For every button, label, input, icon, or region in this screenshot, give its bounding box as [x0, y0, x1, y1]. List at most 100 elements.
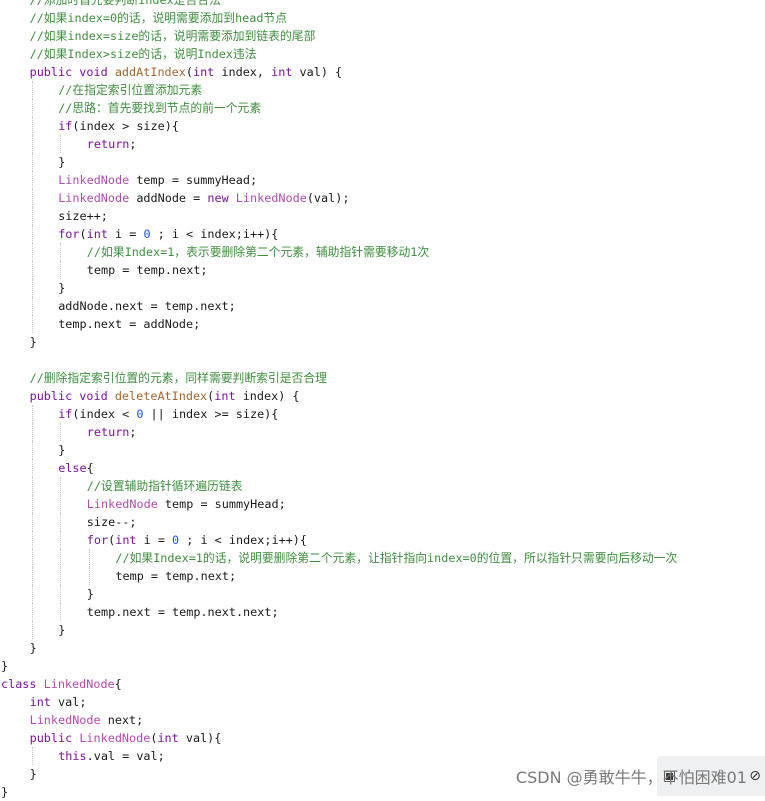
indent-guide — [31, 135, 33, 153]
indent-guide — [31, 513, 33, 531]
indent-guide — [31, 531, 33, 549]
code-token: this — [58, 749, 87, 763]
indent-guide — [31, 99, 33, 117]
code-line: public void deleteAtIndex(int index) { — [30, 387, 300, 405]
indent-guide — [31, 207, 33, 225]
code-token: (val); — [306, 191, 350, 205]
code-line: temp = temp.next; — [115, 567, 236, 585]
code-editor[interactable]: //添加时首先要判断index是否合法 //如果index=0的话，说明需要添加到… — [0, 0, 765, 799]
code-token: int — [29, 695, 51, 709]
indent-guide — [60, 585, 62, 603]
code-token: temp = summyHead; — [129, 173, 258, 187]
indent-guide — [60, 261, 62, 279]
code-token: ; i < index;i++){ — [150, 227, 279, 241]
code-token: int — [192, 65, 215, 79]
code-token: addNode.next = temp.next; — [58, 299, 236, 313]
code-token: .val = val; — [86, 749, 165, 763]
code-line: //如果Index=1的话，说明要删除第二个元素，让指针指向index=0的位置… — [115, 549, 677, 567]
code-token: public void — [29, 389, 115, 403]
code-line: //如果index=size的话，说明需要添加到链表的尾部 — [30, 27, 316, 45]
code-token: //思路：首先要找到节点的前一个元素 — [58, 101, 262, 115]
code-token: LinkedNode — [43, 677, 115, 691]
indent-guide — [31, 189, 33, 207]
code-line: public LinkedNode(int val){ — [30, 729, 222, 747]
indent-guide — [31, 243, 33, 261]
indent-guide — [60, 243, 62, 261]
indent-guide — [31, 405, 33, 423]
indent-guide — [60, 423, 62, 441]
code-token: //如果Index=1的话，说明要删除第二个元素，让指针指向index=0的位置… — [115, 551, 678, 565]
indent-guide — [60, 477, 62, 495]
code-token: { — [114, 677, 122, 691]
indent-guide — [31, 225, 33, 243]
indent-guide — [31, 117, 33, 135]
code-token: deleteAtIndex — [114, 389, 208, 403]
indent-guide — [60, 531, 62, 549]
indent-guide — [60, 513, 62, 531]
watermark-overlay: ▣ CSDN @勇敢牛牛，不怕困难01 ⊘ — [516, 756, 765, 796]
code-token: val) { — [292, 65, 343, 79]
code-line: } — [30, 765, 37, 783]
code-line: //设置辅助指针循环遍历链表 — [87, 477, 243, 495]
indent-guide — [31, 261, 33, 279]
code-token: return — [86, 137, 130, 151]
code-line: class LinkedNode{ — [1, 675, 122, 693]
code-token: (index < — [72, 407, 137, 421]
code-line: //删除指定索引位置的元素，同样需要判断索引是否合理 — [30, 369, 327, 387]
indent-guide — [31, 279, 33, 297]
code-line: LinkedNode temp = summyHead; — [58, 171, 257, 189]
indent-guide — [31, 747, 33, 765]
code-line: if(index > size){ — [58, 117, 179, 135]
code-line: } — [1, 783, 8, 801]
code-token: public void — [29, 65, 115, 79]
code-token: temp = temp.next; — [86, 263, 208, 277]
code-token: } — [1, 659, 9, 673]
code-token: if — [58, 119, 73, 133]
code-line: //如果Index=1，表示要删除第二个元素，辅助指针需要移动1次 — [87, 243, 429, 261]
code-line: } — [30, 639, 37, 657]
code-token: } — [1, 785, 9, 799]
close-icon[interactable]: ⊘ — [749, 768, 761, 784]
code-line: temp.next = temp.next.next; — [87, 603, 279, 621]
code-line: } — [58, 279, 65, 297]
code-line: } — [58, 441, 65, 459]
code-token: temp = temp.next; — [115, 569, 237, 583]
code-token: ( — [79, 227, 87, 241]
code-line: //添加时首先要判断index是否合法 — [30, 0, 221, 9]
code-token: } — [29, 335, 37, 349]
code-token: index, — [214, 65, 272, 79]
code-token: (index > size){ — [72, 119, 179, 133]
code-line: for(int i = 0 ; i < index;i++){ — [87, 531, 307, 549]
code-token: int — [214, 389, 236, 403]
code-line: //如果index=0的话，说明需要添加到head节点 — [30, 9, 288, 27]
code-line: LinkedNode next; — [30, 711, 144, 729]
code-token: LinkedNode — [79, 731, 151, 745]
code-token: int — [86, 227, 108, 241]
code-token: } — [58, 155, 66, 169]
code-token: //如果Index>size的话，说明Index违法 — [29, 47, 257, 61]
code-line: LinkedNode temp = summyHead; — [87, 495, 286, 513]
code-line: //思路：首先要找到节点的前一个元素 — [58, 99, 261, 117]
code-token: i = — [107, 227, 144, 241]
indent-guide — [31, 81, 33, 99]
code-line: } — [30, 333, 37, 351]
code-line: size++; — [58, 207, 108, 225]
indent-guide — [60, 495, 62, 513]
code-line: temp.next = addNode; — [58, 315, 200, 333]
code-token: //删除指定索引位置的元素，同样需要判断索引是否合理 — [29, 371, 327, 385]
code-token: LinkedNode — [58, 173, 130, 187]
code-line: } — [1, 657, 8, 675]
code-token: addNode = — [129, 191, 208, 205]
code-token: LinkedNode — [58, 191, 130, 205]
code-token: LinkedNode — [235, 191, 307, 205]
indent-guide — [31, 315, 33, 333]
code-line: size--; — [87, 513, 137, 531]
code-token: i = — [136, 533, 173, 547]
code-token: val; — [50, 695, 87, 709]
indent-guide — [88, 567, 90, 585]
code-token: int — [157, 731, 179, 745]
code-token: ; — [129, 137, 137, 151]
code-token: temp.next = addNode; — [58, 317, 201, 331]
code-token: next; — [100, 713, 144, 727]
code-token: } — [58, 281, 66, 295]
